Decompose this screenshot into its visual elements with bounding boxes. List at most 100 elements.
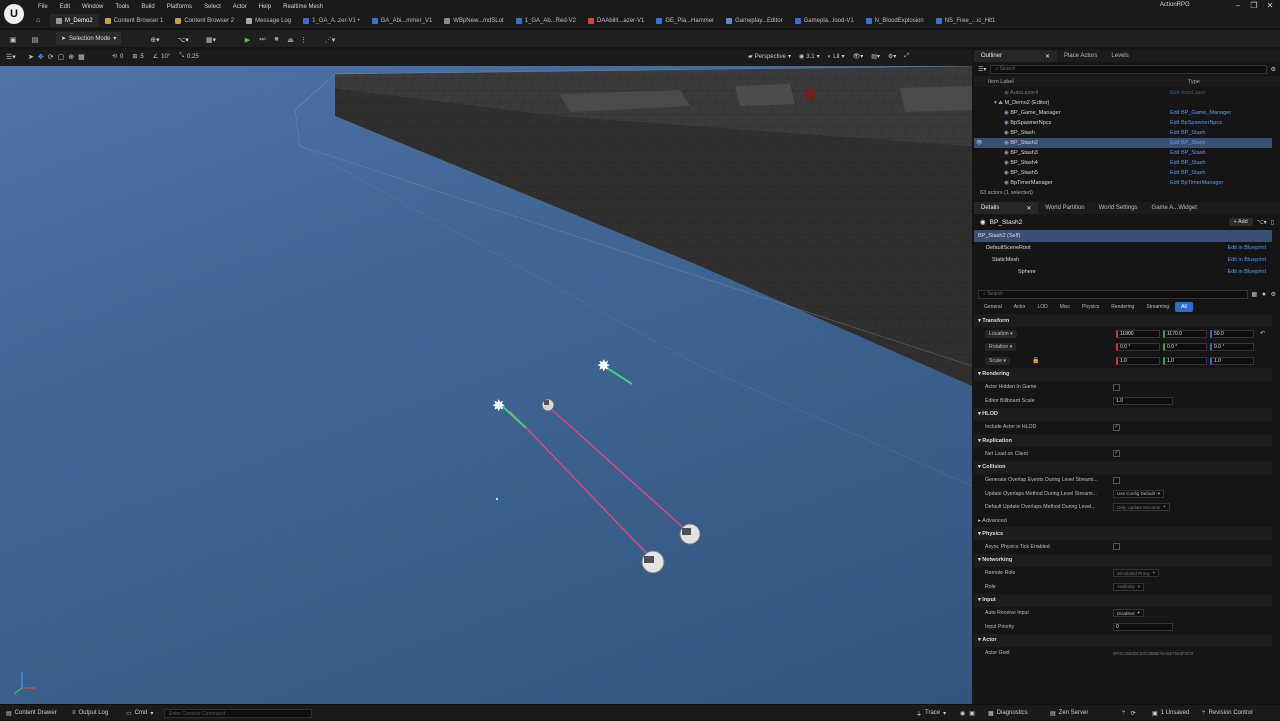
edit-in-blueprint-link[interactable]: Edit in Blueprint (1227, 257, 1266, 263)
unreal-logo-icon[interactable]: U (4, 4, 24, 24)
outliner-row[interactable]: ◉ BP_Stash Edit BP_Stash (974, 128, 1272, 138)
document-tab[interactable]: M_Demo2 (50, 14, 99, 27)
outliner-search-input[interactable]: ⌕ Search (990, 64, 1267, 74)
outliner-row[interactable]: ▾ ⛰ M_Demo2 (Editor) (974, 98, 1272, 108)
property-checkbox[interactable] (1113, 543, 1120, 551)
menu-tools[interactable]: Tools (109, 2, 135, 12)
component-row[interactable]: DefaultSceneRoot Edit in Blueprint (974, 242, 1272, 254)
actor-type-link[interactable]: Edit BP_Stash (1170, 130, 1205, 136)
unsaved-button[interactable]: ▣ 1 Unsaved (1152, 705, 1189, 721)
document-tab[interactable]: 1_GA_A..zer-V1 • (297, 14, 365, 27)
cmd-dropdown[interactable]: ▭ Cmd ▾ (126, 705, 153, 721)
location-y-field[interactable]: 1170.0 (1163, 329, 1207, 338)
actor-type-link[interactable]: Edit BP_Stash (1170, 140, 1205, 146)
details-tab[interactable]: World Settings (1092, 202, 1145, 214)
category-tab-lod[interactable]: LOD (1031, 302, 1053, 312)
save-icon[interactable]: ▣ (8, 33, 18, 46)
maximize-icon[interactable]: ❐ (1246, 0, 1262, 11)
outliner-row[interactable]: ◉ BpSpawnerNpcs Edit BpSpawnerNpcs (974, 118, 1272, 128)
grid-snap-icon[interactable]: ⟲ (112, 53, 117, 60)
select-tool-icon[interactable]: ➤ (28, 53, 34, 61)
property-dropdown[interactable]: Disabled ▾ (1113, 609, 1144, 618)
section-header-transform[interactable]: ▾ Transform (974, 314, 1272, 327)
rotation-dropdown[interactable]: Rotation ▾ (985, 343, 1017, 352)
favorite-icon[interactable]: ★ (1261, 291, 1266, 298)
property-checkbox[interactable] (1113, 476, 1120, 484)
section-header-actor[interactable]: ▾ Actor (974, 633, 1272, 647)
laser-emitter[interactable] (679, 523, 701, 545)
rotation-snap-value[interactable]: 10° (161, 54, 170, 60)
category-tab-actor[interactable]: Actor (1008, 302, 1032, 312)
document-tab[interactable]: GE_Pla...Hammer (650, 14, 720, 27)
location-dropdown[interactable]: Location ▾ (985, 329, 1017, 338)
outliner-row[interactable]: ◉ BP_Game_Manager Edit BP_Game_Manager (974, 108, 1272, 118)
menu-edit[interactable]: Edit (54, 2, 76, 12)
actor-type-link[interactable]: Edit AutoLazer (1170, 90, 1206, 96)
document-tab[interactable]: Content Browser 1 (99, 14, 170, 27)
add-content-icon[interactable]: ⊕▾ (146, 33, 164, 46)
component-row[interactable]: StaticMesh Edit in Blueprint (974, 254, 1272, 266)
grid-snap-value[interactable]: 0 (120, 54, 123, 60)
column-type[interactable]: Type (1188, 79, 1200, 85)
section-header-advanced[interactable]: ▸ Advanced (974, 514, 1272, 527)
scale-y-field[interactable]: 1.0 (1163, 356, 1207, 365)
details-search-input[interactable]: ⌕ Search (978, 289, 1248, 299)
translate-tool-icon[interactable]: ✥ (38, 53, 44, 61)
property-checkbox[interactable] (1113, 423, 1120, 431)
menu-realtime-mesh[interactable]: Realtime Mesh (277, 2, 329, 12)
eject-icon[interactable]: ⏏ (285, 33, 296, 46)
section-header-hlod[interactable]: ▾ HLOD (974, 407, 1272, 421)
stop-icon[interactable]: ■ (271, 33, 282, 46)
actor-type-link[interactable]: Edit BpTimerManager (1170, 180, 1223, 186)
minimize-icon[interactable]: – (1230, 0, 1246, 11)
blueprint-options-icon[interactable]: ⌥▾ (1257, 219, 1267, 226)
outliner-tab[interactable]: Outliner ✕ (974, 50, 1058, 62)
property-checkbox[interactable] (1113, 449, 1120, 458)
edit-in-blueprint-link[interactable]: Edit in Blueprint (1227, 245, 1266, 251)
selection-mode-dropdown[interactable]: ➤ Selection Mode ▾ (56, 32, 122, 45)
home-icon[interactable]: ⌂ (36, 17, 40, 24)
outliner-row[interactable]: ◉ AutoLazer4 Edit AutoLazer (974, 88, 1272, 98)
category-tab-streaming[interactable]: Streaming (1140, 302, 1175, 312)
property-checkbox[interactable] (1113, 383, 1120, 391)
trace-dropdown[interactable]: ⏚ Trace ▾ (916, 705, 946, 721)
category-tab-all[interactable]: All (1175, 302, 1193, 312)
content-icon[interactable]: ▤ (30, 33, 40, 46)
document-tab[interactable]: NS_Free_...ic_Hit1 (930, 14, 1002, 27)
scalability-icon[interactable]: ▤▾ (871, 53, 880, 60)
visibility-icon[interactable]: 👁 (974, 140, 984, 146)
category-tab-physics[interactable]: Physics (1076, 302, 1105, 312)
actor-type-link[interactable]: Edit BpSpawnerNpcs (1170, 120, 1222, 126)
property-dropdown[interactable]: Use Config Default ▾ (1113, 489, 1165, 498)
more-options-icon[interactable]: ⋮ (298, 33, 309, 46)
scale-x-field[interactable]: 1.0 (1116, 356, 1160, 365)
record-icon[interactable]: ◉ (960, 710, 965, 717)
branch-icon[interactable]: ⑂ (1122, 710, 1126, 716)
rotation-x-field[interactable]: 0.0 ° (1116, 343, 1160, 352)
details-tab[interactable]: World Partition (1038, 202, 1091, 214)
document-tab[interactable]: GA_Abi...mmer_V1 (366, 14, 439, 27)
document-tab[interactable]: Content Browser 2 (169, 14, 240, 27)
menu-actor[interactable]: Actor (227, 2, 253, 12)
cinematics-icon[interactable]: ▦▾ (202, 33, 220, 46)
details-tab[interactable]: Details ✕ (974, 202, 1039, 214)
laser-emitter[interactable] (541, 398, 555, 412)
menu-platforms[interactable]: Platforms (161, 2, 198, 12)
category-tab-rendering[interactable]: Rendering (1105, 302, 1140, 312)
add-component-button[interactable]: + Add (1228, 218, 1253, 226)
outliner-tab[interactable]: Levels (1104, 50, 1135, 62)
grid-view-icon[interactable]: ▦ (1252, 291, 1258, 298)
location-x-field[interactable]: 11800 (1116, 329, 1160, 338)
document-tab[interactable]: Gameplay...Editor (720, 14, 789, 27)
section-header-replication[interactable]: ▾ Replication (974, 434, 1272, 447)
rotate-tool-icon[interactable]: ⟳ (48, 53, 54, 61)
camera-speed-dropdown[interactable]: ◉ 3.1 ▾ (799, 53, 820, 61)
property-dropdown[interactable]: Authority ▾ (1113, 582, 1145, 591)
grid-icon[interactable]: ⊞ (132, 53, 137, 60)
document-tab[interactable]: Gamepla...lood-V1 (789, 14, 860, 27)
rotation-snap-icon[interactable]: ∠ (153, 53, 158, 60)
advance-frame-icon[interactable]: ⏭ (257, 33, 268, 46)
scale-snap-value[interactable]: 0.25 (187, 54, 199, 60)
property-number-field[interactable]: 1.0 (1113, 396, 1173, 405)
outliner-tab[interactable]: Place Actors (1057, 50, 1104, 62)
